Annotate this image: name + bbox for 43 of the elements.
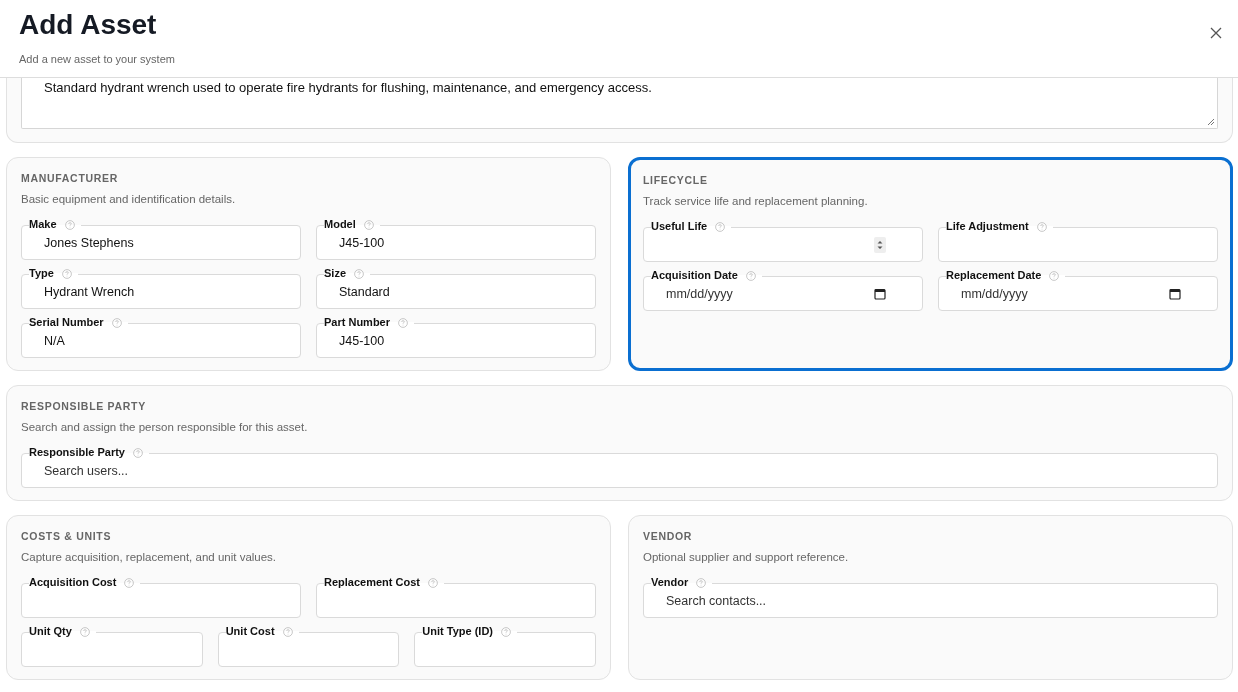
help-icon[interactable]	[133, 447, 143, 458]
help-icon[interactable]	[363, 219, 374, 230]
help-icon[interactable]	[715, 221, 726, 232]
help-icon[interactable]	[79, 626, 90, 637]
section-title: COSTS & UNITS	[21, 530, 113, 542]
help-icon[interactable]	[428, 577, 438, 588]
section-title: LIFECYCLE	[643, 174, 709, 186]
spinner-icon[interactable]	[874, 236, 886, 253]
help-icon[interactable]	[1036, 221, 1047, 232]
section-subtitle: Search and assign the person responsible for this asset.	[21, 420, 309, 434]
section-title: RESPONSIBLE PARTY	[21, 400, 147, 412]
section-subtitle: Track service life and replacement planning.	[643, 194, 869, 208]
help-icon[interactable]	[696, 577, 707, 588]
section-subtitle: Optional supplier and support reference.	[643, 550, 850, 564]
help-icon[interactable]	[1049, 270, 1060, 281]
field-label: Replacement Cost	[324, 576, 420, 589]
field-label: Unit Cost	[225, 625, 275, 638]
help-icon[interactable]	[124, 577, 135, 588]
help-icon[interactable]	[282, 626, 293, 637]
help-icon[interactable]	[501, 626, 511, 637]
field-label: Unit Qty	[29, 625, 72, 638]
dialog-title: Add Asset	[19, 8, 158, 42]
description-field[interactable]: Standard hydrant wrench used to operate fire hydrants for flushing, maintenance, and emergency access.	[21, 78, 1218, 129]
close-button[interactable]	[1208, 25, 1224, 41]
help-icon[interactable]	[64, 219, 75, 230]
section-subtitle: Capture acquisition, replacement, and unit values.	[21, 550, 278, 564]
help-icon[interactable]	[398, 317, 409, 328]
section-subtitle: Basic equipment and identification details.	[21, 192, 237, 206]
help-icon[interactable]	[111, 317, 122, 328]
field-label: Acquisition Cost	[29, 576, 117, 589]
help-icon[interactable]	[61, 268, 72, 279]
field-label: Unit Type (ID)	[422, 625, 493, 638]
calendar-icon[interactable]	[1169, 287, 1181, 300]
help-icon[interactable]	[745, 270, 756, 281]
section-title: VENDOR	[643, 530, 694, 542]
close-icon	[1210, 27, 1222, 39]
field-label: Life Adjustment	[946, 220, 1029, 233]
calendar-icon[interactable]	[874, 287, 886, 300]
dialog-subtitle: Add a new asset to your system	[19, 53, 175, 65]
section-title: MANUFACTURER	[21, 172, 120, 184]
field-label: Useful Life	[651, 220, 708, 233]
resize-grip-icon	[1207, 118, 1215, 126]
help-icon[interactable]	[354, 268, 364, 279]
